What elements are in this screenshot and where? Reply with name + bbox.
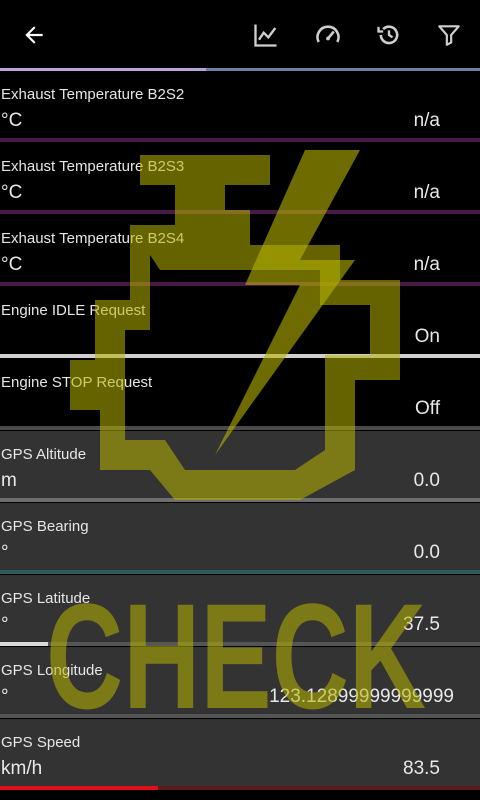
sensor-row[interactable]: Exhaust Temperature B2S4 °C n/a xyxy=(0,215,480,286)
sensor-row[interactable]: Exhaust Temperature B2S3 °C n/a xyxy=(0,143,480,214)
sensor-value: 123.12899999999999 xyxy=(269,686,454,707)
sensor-level-fill xyxy=(0,354,480,358)
app-toolbar xyxy=(0,0,480,71)
sensor-value: 0.0 xyxy=(413,470,440,491)
sensor-row[interactable]: Engine IDLE Request On xyxy=(0,287,480,358)
sensor-unit: °C xyxy=(1,110,23,131)
sensor-unit: km/h xyxy=(1,758,43,779)
sensor-level-bar xyxy=(0,498,480,502)
history-icon[interactable] xyxy=(371,17,407,53)
sensor-level-bar xyxy=(0,138,480,142)
sensor-list[interactable]: Exhaust Temperature B2S2 °C n/a Exhaust Tem… xyxy=(0,71,480,800)
sensor-label: GPS Altitude xyxy=(1,446,87,463)
sensor-row[interactable]: GPS Latitude ° 37.5 xyxy=(0,575,480,646)
sensor-level-fill xyxy=(0,786,159,790)
sensor-value: 0.0 xyxy=(413,542,440,563)
sensor-level-bar xyxy=(0,714,480,718)
sensor-label: GPS Longitude xyxy=(1,662,103,679)
sensor-label: GPS Speed xyxy=(1,734,81,751)
sensor-unit: m xyxy=(1,470,17,491)
sensor-value: n/a xyxy=(413,182,440,203)
sensor-unit: °C xyxy=(1,254,23,275)
sensor-level-bar xyxy=(0,786,480,790)
sensor-value: 37.5 xyxy=(403,614,440,635)
sensor-level-bar xyxy=(0,210,480,214)
chart-line-icon[interactable] xyxy=(248,17,284,53)
sensor-label: Engine STOP Request xyxy=(1,374,153,391)
sensor-label: GPS Bearing xyxy=(1,518,89,535)
sensor-value: 83.5 xyxy=(403,758,440,779)
sensor-level-bar xyxy=(0,642,480,646)
sensor-row[interactable]: Exhaust Temperature B2S2 °C n/a xyxy=(0,71,480,142)
sensor-row[interactable]: GPS Altitude m 0.0 xyxy=(0,431,480,502)
sensor-level-fill xyxy=(0,642,48,646)
sensor-value: n/a xyxy=(413,254,440,275)
sensor-unit: ° xyxy=(1,542,9,563)
sensor-label: Engine IDLE Request xyxy=(1,302,146,319)
sensor-value: Off xyxy=(415,398,440,419)
sensor-level-bar xyxy=(0,570,480,574)
sensor-label: Exhaust Temperature B2S2 xyxy=(1,86,185,103)
sensor-level-bar xyxy=(0,282,480,286)
sensor-row[interactable]: Engine STOP Request Off xyxy=(0,359,480,430)
sensor-row[interactable]: GPS Speed km/h 83.5 xyxy=(0,719,480,790)
sensor-value: n/a xyxy=(413,110,440,131)
sensor-unit: ° xyxy=(1,614,9,635)
sensor-level-bar xyxy=(0,354,480,358)
back-arrow-icon[interactable] xyxy=(16,17,52,53)
speedometer-icon[interactable] xyxy=(310,17,346,53)
sensor-label: GPS Latitude xyxy=(1,590,91,607)
sensor-unit: °C xyxy=(1,182,23,203)
sensor-value: On xyxy=(414,326,440,347)
filter-icon[interactable] xyxy=(431,17,467,53)
sensor-label: Exhaust Temperature B2S4 xyxy=(1,230,185,247)
sensor-row[interactable]: GPS Longitude ° 123.12899999999999 xyxy=(0,647,480,718)
sensor-row[interactable]: GPS Bearing ° 0.0 xyxy=(0,503,480,574)
sensor-label: Exhaust Temperature B2S3 xyxy=(1,158,185,175)
sensor-level-bar xyxy=(0,426,480,430)
sensor-unit: ° xyxy=(1,686,9,707)
